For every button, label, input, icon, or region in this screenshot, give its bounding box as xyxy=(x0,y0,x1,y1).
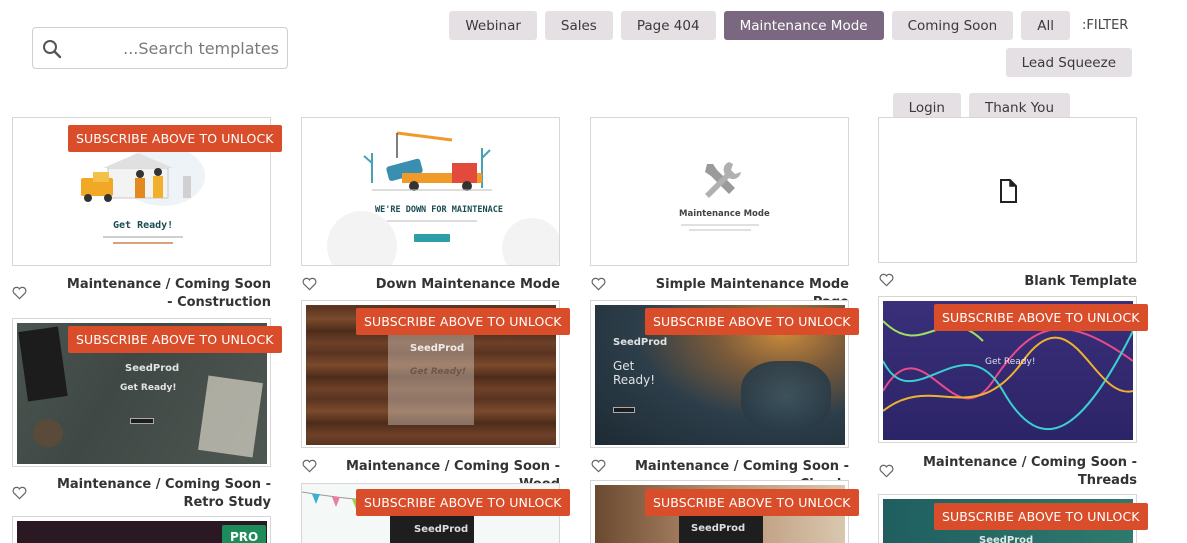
heart-icon[interactable] xyxy=(591,459,606,473)
brand-label: SeedProd xyxy=(613,337,668,348)
subscribe-badge: SUBSCRIBE ABOVE TO UNLOCK xyxy=(934,304,1148,331)
template-title[interactable]: Down Maintenance Mode xyxy=(340,276,560,294)
template-heading: Get Ready! xyxy=(985,357,1036,367)
tow-truck-illustration xyxy=(327,131,559,265)
filter-bar: :FILTER All Coming Soon Maintenance Mode… xyxy=(352,11,1132,122)
filter-all[interactable]: All xyxy=(1021,11,1070,40)
template-thumbnail[interactable]: WE'RE DOWN FOR MAINTENACE xyxy=(301,117,560,266)
template-thumbnail[interactable]: Maintenance Mode xyxy=(590,117,849,266)
heart-icon[interactable] xyxy=(879,273,894,287)
filter-page-404[interactable]: Page 404 xyxy=(620,11,716,40)
file-icon xyxy=(1000,179,1017,203)
tools-icon xyxy=(705,162,741,198)
brand-label: SeedProd xyxy=(410,343,465,354)
template-title[interactable]: Blank Template xyxy=(937,273,1137,291)
template-heading: WE'RE DOWN FOR MAINTENACE xyxy=(375,205,503,215)
filter-coming-soon[interactable]: Coming Soon xyxy=(891,11,1014,40)
template-title[interactable]: Maintenance / Coming Soon - Threads xyxy=(917,454,1137,490)
heart-icon[interactable] xyxy=(302,277,317,291)
pro-badge: PRO xyxy=(222,525,267,543)
subscribe-badge: SUBSCRIBE ABOVE TO UNLOCK xyxy=(68,125,282,152)
heart-icon[interactable] xyxy=(302,459,317,473)
search-icon xyxy=(43,40,62,59)
search-input[interactable] xyxy=(69,34,279,62)
subscribe-badge: SUBSCRIBE ABOVE TO UNLOCK xyxy=(356,308,570,335)
template-heading: Get Ready! xyxy=(410,367,466,377)
template-heading: Get Ready! xyxy=(113,220,174,231)
filter-webinar[interactable]: Webinar xyxy=(449,11,537,40)
subscribe-badge: SUBSCRIBE ABOVE TO UNLOCK xyxy=(645,489,859,516)
filter-maintenance-mode[interactable]: Maintenance Mode xyxy=(723,11,884,40)
subscribe-badge: SUBSCRIBE ABOVE TO UNLOCK xyxy=(68,326,282,353)
brand-label: SeedProd xyxy=(691,523,746,534)
filter-label: :FILTER xyxy=(1082,18,1129,33)
template-title[interactable]: Maintenance / Coming Soon - Construction xyxy=(60,276,271,312)
template-heading: Get Ready! xyxy=(613,359,656,387)
brand-label: SeedProd xyxy=(979,535,1034,543)
brand-label: SeedProd xyxy=(414,524,469,535)
heart-icon[interactable] xyxy=(591,277,606,291)
subscribe-badge: SUBSCRIBE ABOVE TO UNLOCK xyxy=(934,503,1148,530)
template-heading: Get Ready! xyxy=(120,383,177,393)
heart-icon[interactable] xyxy=(12,286,27,300)
template-title[interactable]: Maintenance / Coming Soon - Retro Study xyxy=(36,476,271,512)
heart-icon[interactable] xyxy=(879,464,894,478)
heart-icon[interactable] xyxy=(12,486,27,500)
search-box[interactable] xyxy=(32,27,288,69)
filter-lead-squeeze[interactable]: Lead Squeeze xyxy=(1005,48,1132,77)
subscribe-badge: SUBSCRIBE ABOVE TO UNLOCK xyxy=(645,308,859,335)
template-thumbnail[interactable] xyxy=(878,117,1137,263)
filter-sales[interactable]: Sales xyxy=(544,11,613,40)
subscribe-badge: SUBSCRIBE ABOVE TO UNLOCK xyxy=(356,489,570,516)
brand-label: SeedProd xyxy=(125,363,180,374)
template-heading: Maintenance Mode xyxy=(679,209,770,219)
